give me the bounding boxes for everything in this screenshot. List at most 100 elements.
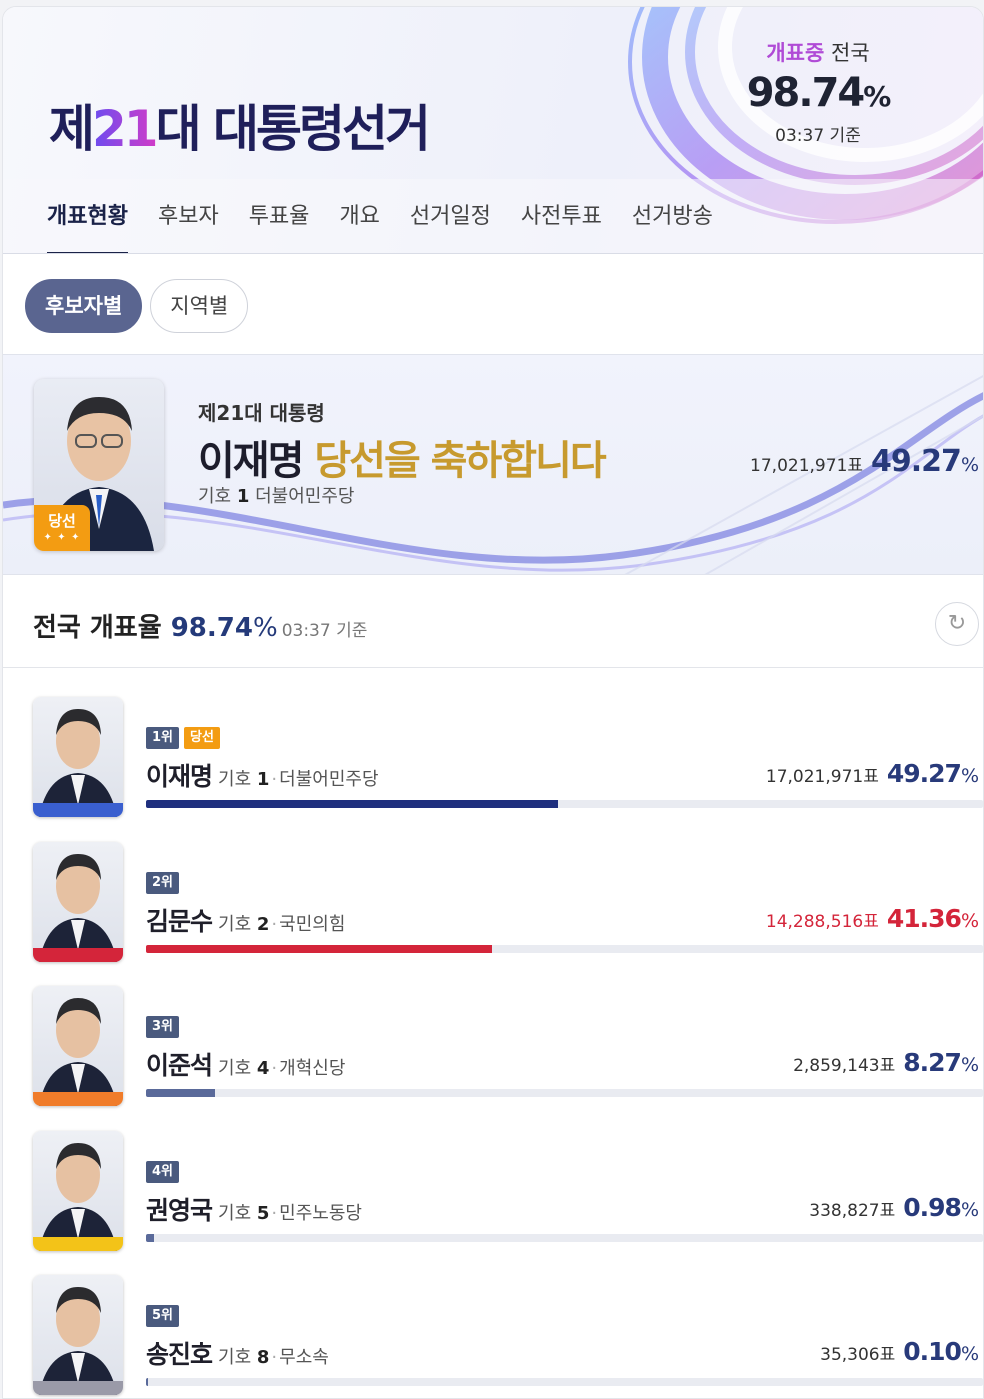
vote-count: 35,306표 [820, 1345, 896, 1365]
candidate-row[interactable]: 4위 권영국 기호 5 · 민주노동당 338,827표 0.98% [3, 1131, 983, 1275]
vote-count: 17,021,971표 [765, 767, 879, 787]
candidate-name: 송진호 [146, 1340, 213, 1369]
winner-photo: 당선 ✦ ✦ ✦ [34, 379, 164, 551]
vote-share-fill [146, 945, 493, 953]
party-color-stripe [33, 1237, 123, 1251]
tab-bar: 개표현황 후보자 투표율 개요 선거일정 사전투표 선거방송 [3, 179, 983, 253]
vote-count: 14,288,516표 [765, 912, 879, 932]
person-silhouette-icon [39, 709, 117, 817]
candidate-name-line: 이재명 기호 1 · 더불어민주당 [146, 757, 379, 793]
page-title: 제21대 대통령선거 [49, 100, 431, 158]
tab-overview[interactable]: 개요 [339, 179, 379, 253]
candidate-badges: 2위 [146, 872, 180, 894]
vote-percent: 8.27 [903, 1048, 962, 1077]
rank-badge: 2위 [146, 872, 180, 894]
person-silhouette-icon [39, 998, 117, 1106]
party-color-stripe [33, 948, 123, 962]
counting-scope: 전국 [831, 41, 870, 65]
candidate-row[interactable]: 5위 송진호 기호 8 · 무소속 35,306표 0.10% [3, 1275, 983, 1398]
candidate-meta: 기호 4 · 개혁신당 [218, 1058, 346, 1079]
winner-banner: 당선 ✦ ✦ ✦ 제21대 대통령 이재명 당선을 축하합니다 기호 1 더불어민… [3, 354, 983, 575]
candidate-party: 민주노동당 [279, 1203, 362, 1224]
vote-count: 2,859,143표 [793, 1056, 896, 1076]
candidate-party: 더불어민주당 [279, 769, 379, 790]
candidate-meta: 기호 1 · 더불어민주당 [218, 769, 379, 790]
candidate-photo [33, 1275, 123, 1395]
candidate-row[interactable]: 1위 당선 이재명 기호 1 · 더불어민주당 17,021,971표 49.27% [3, 697, 983, 841]
candidate-photo [33, 842, 123, 962]
winner-vote-count: 17,021,971표 [750, 456, 864, 476]
elected-badge: 당선 [184, 727, 220, 749]
candidate-row[interactable]: 3위 이준석 기호 4 · 개혁신당 2,859,143표 8.27% [3, 986, 983, 1130]
candidate-party: 개혁신당 [279, 1058, 346, 1079]
vote-share-fill [146, 800, 559, 808]
candidate-meta: 기호 5 · 민주노동당 [218, 1203, 362, 1224]
filter-by-region-button[interactable]: 지역별 [150, 279, 249, 333]
candidate-badges: 5위 [146, 1305, 180, 1327]
election-header: 제21대 대통령선거 개표중 전국 98.74% 03:37 기준 개표현황 후… [3, 7, 983, 254]
tab-broadcast[interactable]: 선거방송 [632, 179, 713, 253]
candidate-name: 권영국 [146, 1196, 213, 1225]
vote-share-bar [146, 1378, 983, 1386]
vote-count: 338,827표 [809, 1201, 896, 1221]
winner-party: 기호 1 더불어민주당 [198, 486, 355, 507]
rank-badge: 1위 [146, 727, 180, 749]
candidate-votes: 2,859,143표 8.27% [793, 1048, 979, 1077]
tab-early-voting[interactable]: 사전투표 [521, 179, 602, 253]
counting-percent: 98.74 [746, 70, 866, 116]
vote-share-fill [146, 1234, 155, 1242]
winner-subtitle: 제21대 대통령 [198, 401, 325, 425]
candidate-votes: 338,827표 0.98% [809, 1193, 979, 1222]
candidate-party: 국민의힘 [279, 914, 346, 935]
party-color-stripe [33, 1381, 123, 1395]
candidate-badges: 1위 당선 [146, 727, 220, 749]
candidate-votes: 14,288,516표 41.36% [765, 904, 979, 933]
rank-badge: 5위 [146, 1305, 180, 1327]
laurel-icon: ✦ ✦ ✦ [43, 532, 81, 543]
candidate-votes: 17,021,971표 49.27% [765, 759, 979, 788]
candidate-badges: 4위 [146, 1161, 180, 1183]
vote-share-bar [146, 1089, 983, 1097]
candidate-name: 이재명 [146, 762, 213, 791]
candidate-name-line: 김문수 기호 2 · 국민의힘 [146, 902, 345, 938]
vote-percent: 0.10 [903, 1337, 962, 1366]
national-count-rate: 전국 개표율 98.74% 03:37 기준 ↻ [3, 575, 983, 668]
view-filter: 후보자별 지역별 [25, 279, 249, 333]
candidate-name: 이준석 [146, 1051, 213, 1080]
candidate-photo [33, 1131, 123, 1251]
tab-candidates[interactable]: 후보자 [158, 179, 219, 253]
counting-status: 개표중 전국 98.74% 03:37 기준 [733, 37, 903, 146]
candidate-photo [33, 697, 123, 817]
party-color-stripe [33, 1092, 123, 1106]
tab-turnout[interactable]: 투표율 [249, 179, 310, 253]
refresh-icon: ↻ [947, 611, 967, 636]
rank-badge: 3위 [146, 1016, 180, 1038]
candidate-name-line: 권영국 기호 5 · 민주노동당 [146, 1191, 362, 1227]
tab-count-status[interactable]: 개표현황 [47, 179, 128, 253]
person-silhouette-icon [39, 1143, 117, 1251]
candidate-party: 무소속 [279, 1347, 329, 1368]
vote-share-bar [146, 1234, 983, 1242]
refresh-button[interactable]: ↻ [935, 602, 979, 646]
person-silhouette-icon [39, 1287, 117, 1395]
winner-votes: 17,021,971표 49.27% [750, 444, 979, 479]
counting-time: 03:37 기준 [775, 126, 861, 146]
tab-schedule[interactable]: 선거일정 [410, 179, 491, 253]
winner-name: 이재명 [198, 438, 304, 484]
filter-by-candidate-button[interactable]: 후보자별 [25, 279, 143, 333]
vote-percent: 49.27 [886, 759, 962, 788]
elected-badge: 당선 ✦ ✦ ✦ [34, 505, 90, 551]
candidate-name-line: 송진호 기호 8 · 무소속 [146, 1335, 329, 1371]
candidate-row[interactable]: 2위 김문수 기호 2 · 국민의힘 14,288,516표 41.36% [3, 842, 983, 986]
candidate-name: 김문수 [146, 907, 213, 936]
winner-percent: 49.27 [871, 444, 962, 479]
candidate-meta: 기호 8 · 무소속 [218, 1347, 329, 1368]
candidate-photo [33, 986, 123, 1106]
counting-label: 개표중 [766, 41, 825, 65]
vote-share-fill [146, 1089, 216, 1097]
candidate-name-line: 이준석 기호 4 · 개혁신당 [146, 1046, 345, 1082]
person-silhouette-icon [39, 854, 117, 962]
candidate-votes: 35,306표 0.10% [820, 1337, 979, 1366]
winner-headline: 이재명 당선을 축하합니다 [198, 428, 607, 486]
election-results-card: 제21대 대통령선거 개표중 전국 98.74% 03:37 기준 개표현황 후… [2, 6, 984, 1399]
